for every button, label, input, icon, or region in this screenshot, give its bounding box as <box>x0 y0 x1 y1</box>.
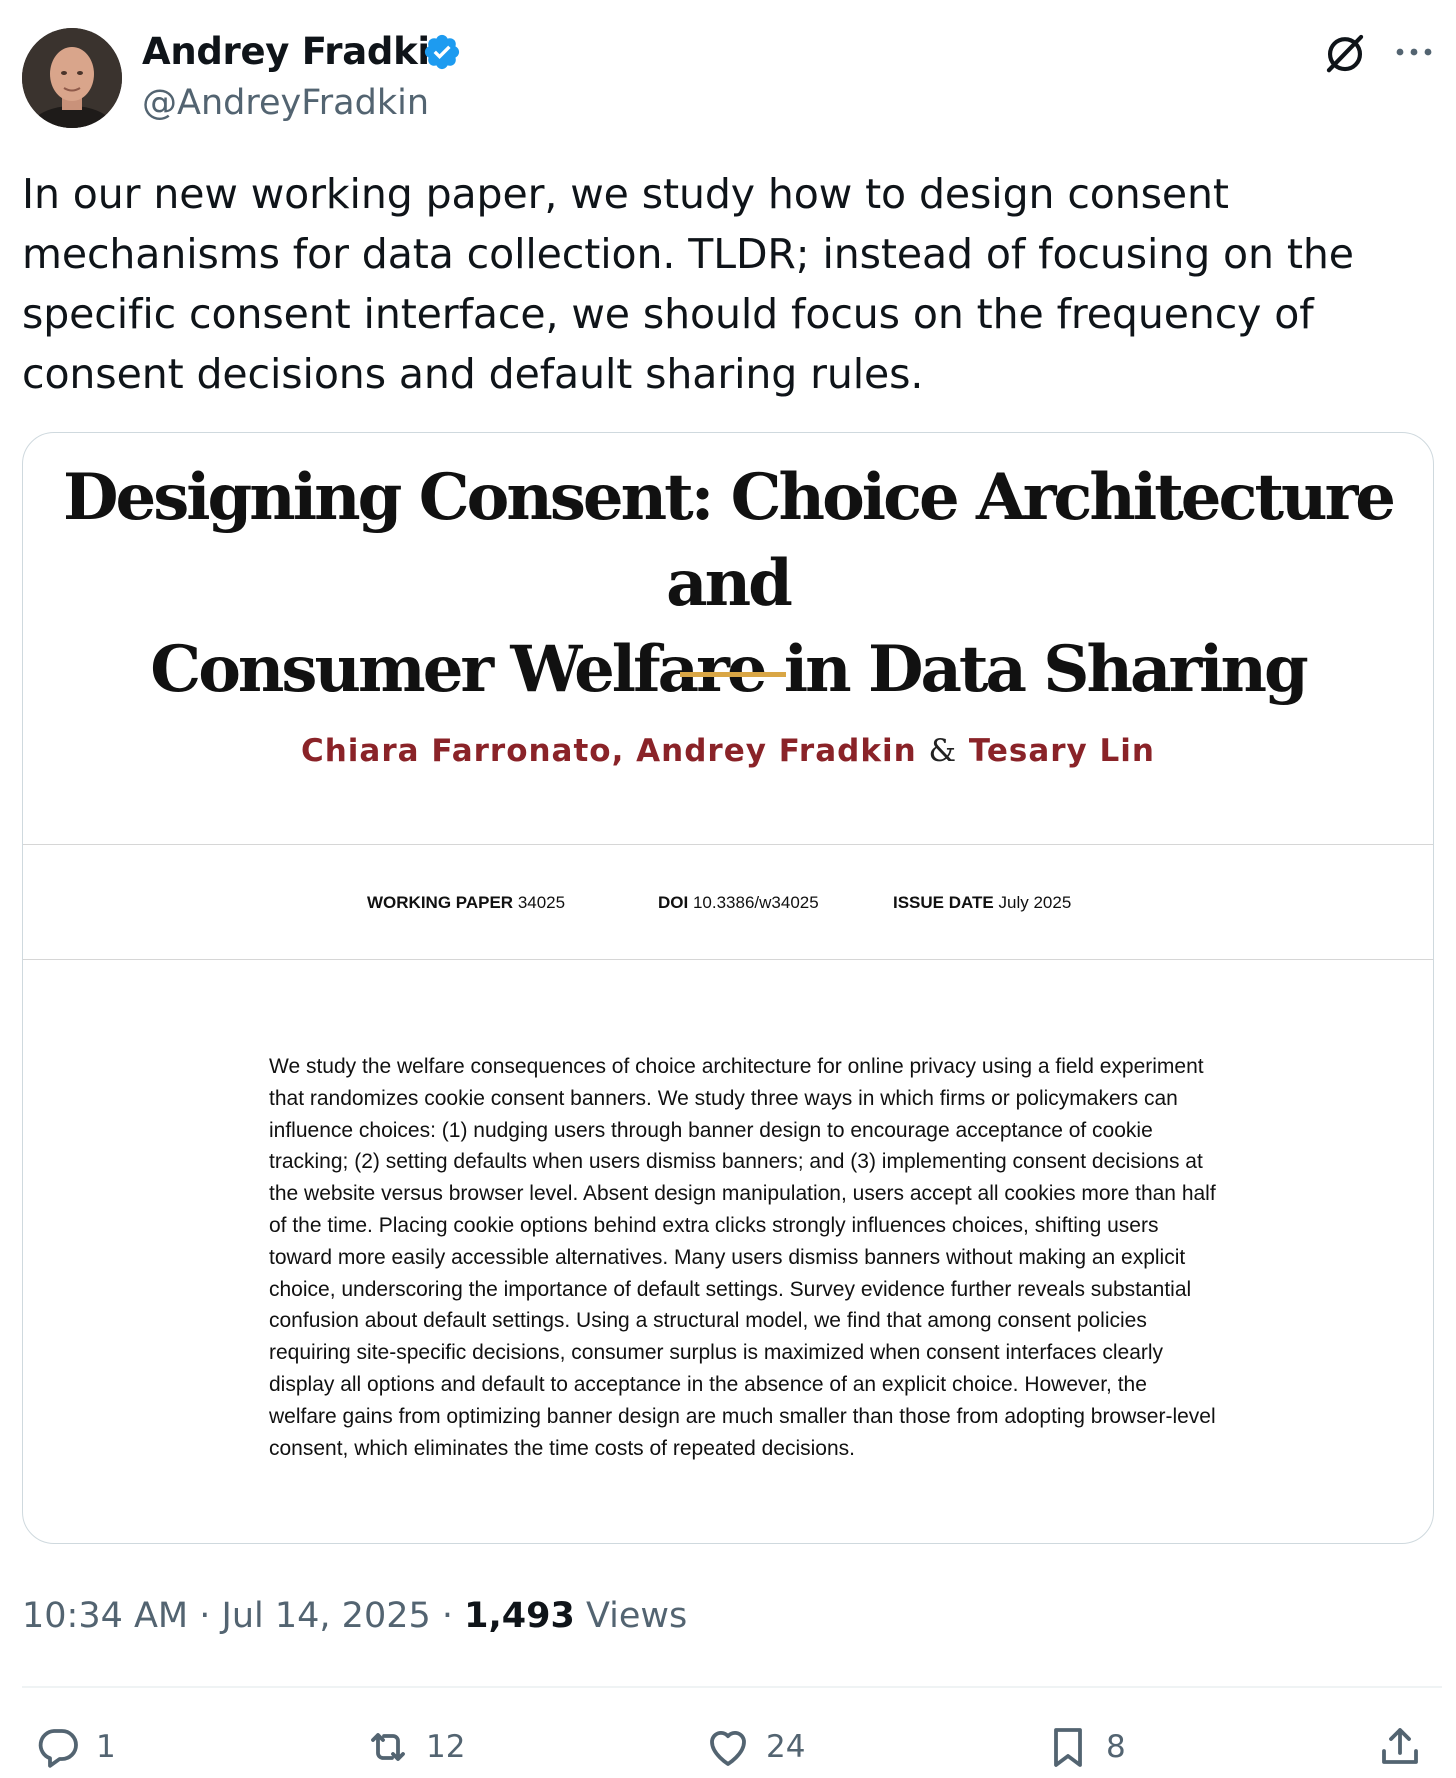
working-paper-label: WORKING PAPER <box>367 893 514 912</box>
author-name[interactable]: Andrey Fradkin <box>142 30 456 73</box>
heart-icon <box>710 1730 746 1766</box>
grok-icon[interactable] <box>1322 30 1368 76</box>
paper-author-2: Andrey Fradkin <box>636 733 917 769</box>
doi-value: 10.3386/w34025 <box>692 893 819 912</box>
working-paper-value: 34025 <box>517 893 566 912</box>
like-count: 24 <box>766 1729 806 1765</box>
paper-abstract: We study the welfare consequences of cho… <box>269 1055 1216 1460</box>
author-ampersand: & <box>928 733 958 769</box>
paper-meta-band: WORKING PAPER 34025 DOI 10.3386/w34025 I… <box>23 844 1433 960</box>
reply-icon <box>38 1729 78 1768</box>
paper-author-3: Tesary Lin <box>968 733 1156 769</box>
bookmark-icon <box>1054 1728 1082 1767</box>
timestamp-separator: · <box>188 1596 222 1636</box>
issue-date: ISSUE DATE July 2025 <box>893 893 1071 913</box>
reply-count: 1 <box>96 1729 116 1765</box>
views-count: 1,493 <box>464 1596 575 1636</box>
bookmark-button[interactable]: 8 <box>1044 1722 1126 1772</box>
tweet-time[interactable]: 10:34 AM <box>22 1596 188 1636</box>
issue-date-value: July 2025 <box>998 893 1072 912</box>
like-button[interactable]: 24 <box>704 1722 805 1772</box>
more-options-icon[interactable] <box>1392 32 1436 72</box>
tweet-date[interactable]: Jul 14, 2025 <box>222 1596 431 1636</box>
paper-title-line-2: Consumer Welfare in Data Sharing <box>150 632 1309 707</box>
views-label: Views <box>574 1596 688 1636</box>
doi-label: DOI <box>658 893 689 912</box>
issue-date-label: ISSUE DATE <box>893 893 994 912</box>
paper-author-1: Chiara Farronato <box>300 733 612 769</box>
reply-button[interactable]: 1 <box>34 1722 116 1772</box>
repost-icon <box>371 1733 405 1761</box>
repost-count: 12 <box>426 1729 466 1765</box>
working-paper-number: WORKING PAPER 34025 <box>367 893 565 913</box>
tweet-timestamp: 10:34 AM · Jul 14, 2025 · 1,493 Views <box>22 1596 687 1636</box>
paper-title-line-1: Designing Consent: Choice Architecture a… <box>62 460 1396 621</box>
verified-badge-icon <box>424 34 460 70</box>
doi: DOI 10.3386/w34025 <box>658 893 819 913</box>
share-icon <box>1382 1728 1418 1764</box>
author-separator: , <box>611 733 625 769</box>
repost-button[interactable]: 12 <box>364 1722 465 1772</box>
timestamp-separator: · <box>430 1596 465 1636</box>
divider <box>22 1686 1442 1688</box>
title-divider <box>680 672 786 677</box>
author-handle[interactable]: @AndreyFradkin <box>142 83 429 123</box>
tweet-text: In our new working paper, we study how t… <box>22 170 1354 398</box>
paper-image-card[interactable]: Designing Consent: Choice Architecture a… <box>22 432 1434 1544</box>
avatar[interactable] <box>22 28 122 128</box>
tweet-detail: Andrey Fradkin @AndreyFradkin In our new… <box>0 0 1456 1778</box>
bookmark-count: 8 <box>1106 1729 1126 1765</box>
share-button[interactable] <box>1376 1722 1424 1772</box>
paper-authors: Chiara Farronato, Andrey Fradkin & Tesar… <box>23 733 1433 769</box>
